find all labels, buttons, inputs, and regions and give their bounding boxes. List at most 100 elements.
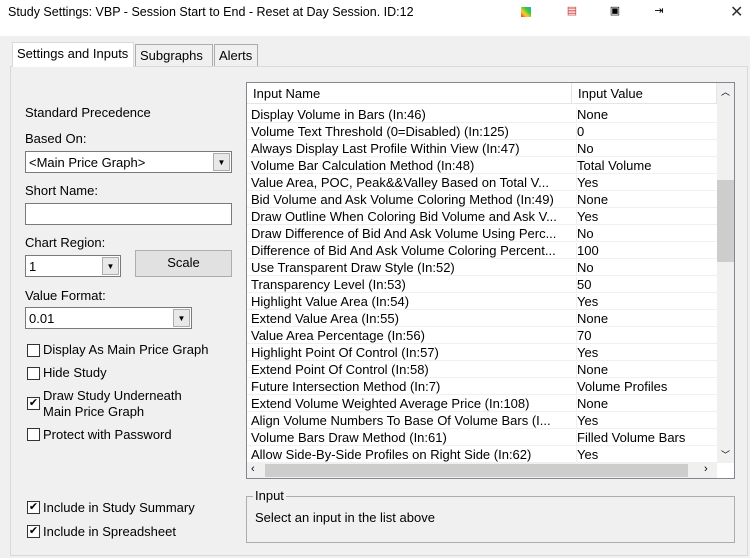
table-row[interactable]: Extend Point Of Control (In:58) None	[247, 361, 717, 378]
table-row[interactable]: Highlight Value Area (In:54) Yes	[247, 293, 717, 310]
chevron-down-icon[interactable]: ▼	[213, 153, 230, 171]
pdf-icon[interactable]: ▤	[565, 4, 579, 18]
value-format-label: Value Format:	[25, 288, 106, 303]
input-name: Value Area, POC, Peak&&Valley Based on T…	[251, 175, 549, 190]
horizontal-scrollbar[interactable]: ‹ ›	[247, 463, 717, 478]
table-row[interactable]: Future Intersection Method (In:7) Volume …	[247, 378, 717, 395]
scroll-right-icon[interactable]: ›	[704, 463, 708, 475]
input-name: Always Display Last Profile Within View …	[251, 141, 520, 156]
input-value: Filled Volume Bars	[576, 430, 716, 445]
scrollbar-thumb[interactable]	[265, 464, 688, 477]
table-row[interactable]: Volume Text Threshold (0=Disabled) (In:1…	[247, 123, 717, 140]
input-name: Extend Value Area (In:55)	[251, 311, 399, 326]
based-on-select[interactable]: <Main Price Graph> ▼	[25, 151, 232, 173]
chart-region-value: 1	[29, 259, 37, 274]
chevron-down-icon[interactable]: ▼	[173, 309, 190, 327]
input-name: Align Volume Numbers To Base Of Volume B…	[251, 413, 551, 428]
input-name: Volume Bar Calculation Method (In:48)	[251, 158, 475, 173]
input-value: None	[576, 311, 716, 326]
scroll-down-icon[interactable]: ﹀	[721, 448, 730, 461]
input-value: No	[576, 226, 716, 241]
draw-underneath-checkbox[interactable]: ✔	[27, 397, 40, 410]
table-row[interactable]: Transparency Level (In:53) 50	[247, 276, 717, 293]
input-value: 50	[576, 277, 716, 292]
column-header-input-name[interactable]: Input Name	[247, 83, 572, 104]
short-name-input[interactable]	[25, 203, 232, 225]
input-name: Display Volume in Bars (In:46)	[251, 107, 426, 122]
input-value: Yes	[576, 175, 716, 190]
table-row[interactable]: Volume Bar Calculation Method (In:48) Tot…	[247, 157, 717, 174]
table-row[interactable]: Extend Value Area (In:55) None	[247, 310, 717, 327]
based-on-label: Based On:	[25, 131, 87, 146]
hide-study-checkbox[interactable]	[27, 367, 40, 380]
input-name: Extend Volume Weighted Average Price (In…	[251, 396, 530, 411]
chart-region-select[interactable]: 1 ▼	[25, 255, 121, 277]
input-value: Yes	[576, 447, 716, 462]
input-value: None	[576, 107, 716, 122]
color-icon[interactable]	[521, 7, 531, 17]
standard-precedence-label: Standard Precedence	[25, 105, 151, 120]
input-value: 0	[576, 124, 716, 139]
table-row[interactable]: Align Volume Numbers To Base Of Volume B…	[247, 412, 717, 429]
scale-button[interactable]: Scale	[135, 250, 232, 277]
pin-icon[interactable]: ⇥	[652, 4, 666, 18]
table-row[interactable]: Display Volume in Bars (In:46) None	[247, 106, 717, 123]
input-name: Future Intersection Method (In:7)	[251, 379, 441, 394]
input-description: Select an input in the list above	[255, 510, 435, 525]
protect-password-checkbox[interactable]	[27, 428, 40, 441]
layout-icon[interactable]: ▣	[608, 4, 622, 18]
input-group-title: Input	[253, 488, 286, 503]
scrollbar-thumb[interactable]	[717, 180, 734, 262]
include-study-summary-label: Include in Study Summary	[43, 500, 195, 515]
chevron-down-icon[interactable]: ▼	[102, 257, 119, 275]
input-value: Yes	[576, 413, 716, 428]
close-icon[interactable]: ✕	[730, 2, 743, 22]
input-name: Allow Side-By-Side Profiles on Right Sid…	[251, 447, 532, 462]
table-row[interactable]: Value Area Percentage (In:56) 70	[247, 327, 717, 344]
input-value: Total Volume	[576, 158, 716, 173]
table-row[interactable]: Extend Volume Weighted Average Price (In…	[247, 395, 717, 412]
draw-underneath-label: Draw Study Underneath	[43, 388, 182, 403]
input-name: Extend Point Of Control (In:58)	[251, 362, 429, 377]
vertical-scrollbar[interactable]: ︿ ﹀	[717, 83, 734, 463]
tab-alerts[interactable]: Alerts	[214, 44, 258, 66]
protect-password-label: Protect with Password	[43, 427, 172, 442]
tab-settings-and-inputs[interactable]: Settings and Inputs	[12, 42, 134, 67]
input-name: Bid Volume and Ask Volume Coloring Metho…	[251, 192, 554, 207]
input-name: Draw Difference of Bid And Ask Volume Us…	[251, 226, 557, 241]
column-header-input-value[interactable]: Input Value	[572, 83, 717, 104]
table-row[interactable]: Bid Volume and Ask Volume Coloring Metho…	[247, 191, 717, 208]
input-value: 100	[576, 243, 716, 258]
input-value: Yes	[576, 345, 716, 360]
input-name: Volume Bars Draw Method (In:61)	[251, 430, 447, 445]
table-row[interactable]: Draw Difference of Bid And Ask Volume Us…	[247, 225, 717, 242]
input-value: Yes	[576, 294, 716, 309]
input-name: Difference of Bid And Ask Volume Colorin…	[251, 243, 556, 258]
table-row[interactable]: Always Display Last Profile Within View …	[247, 140, 717, 157]
title-bar: Study Settings: VBP - Session Start to E…	[0, 0, 750, 36]
input-groupbox: Input Select an input in the list above	[246, 488, 735, 543]
scroll-left-icon[interactable]: ‹	[251, 463, 255, 475]
input-name: Highlight Value Area (In:54)	[251, 294, 410, 309]
display-as-main-checkbox[interactable]	[27, 344, 40, 357]
table-row[interactable]: Use Transparent Draw Style (In:52) No	[247, 259, 717, 276]
table-row[interactable]: Volume Bars Draw Method (In:61) Filled Vo…	[247, 429, 717, 446]
table-row[interactable]: Draw Outline When Coloring Bid Volume an…	[247, 208, 717, 225]
input-value: None	[576, 362, 716, 377]
include-study-summary-checkbox[interactable]: ✔	[27, 501, 40, 514]
scroll-up-icon[interactable]: ︿	[721, 85, 730, 98]
table-row[interactable]: Difference of Bid And Ask Volume Colorin…	[247, 242, 717, 259]
value-format-select[interactable]: 0.01 ▼	[25, 307, 192, 329]
inputs-table[interactable]: Input Name Input Value Display Volume in…	[246, 82, 735, 479]
value-format-value: 0.01	[29, 311, 55, 326]
include-spreadsheet-label: Include in Spreadsheet	[43, 524, 176, 539]
table-row[interactable]: Value Area, POC, Peak&&Valley Based on T…	[247, 174, 717, 191]
based-on-value: <Main Price Graph>	[29, 155, 146, 170]
tab-subgraphs[interactable]: Subgraphs	[135, 44, 213, 66]
input-name: Transparency Level (In:53)	[251, 277, 406, 292]
input-value: No	[576, 260, 716, 275]
include-spreadsheet-checkbox[interactable]: ✔	[27, 525, 40, 538]
table-row[interactable]: Highlight Point Of Control (In:57) Yes	[247, 344, 717, 361]
input-value: No	[576, 141, 716, 156]
table-row[interactable]: Allow Side-By-Side Profiles on Right Sid…	[247, 446, 717, 463]
